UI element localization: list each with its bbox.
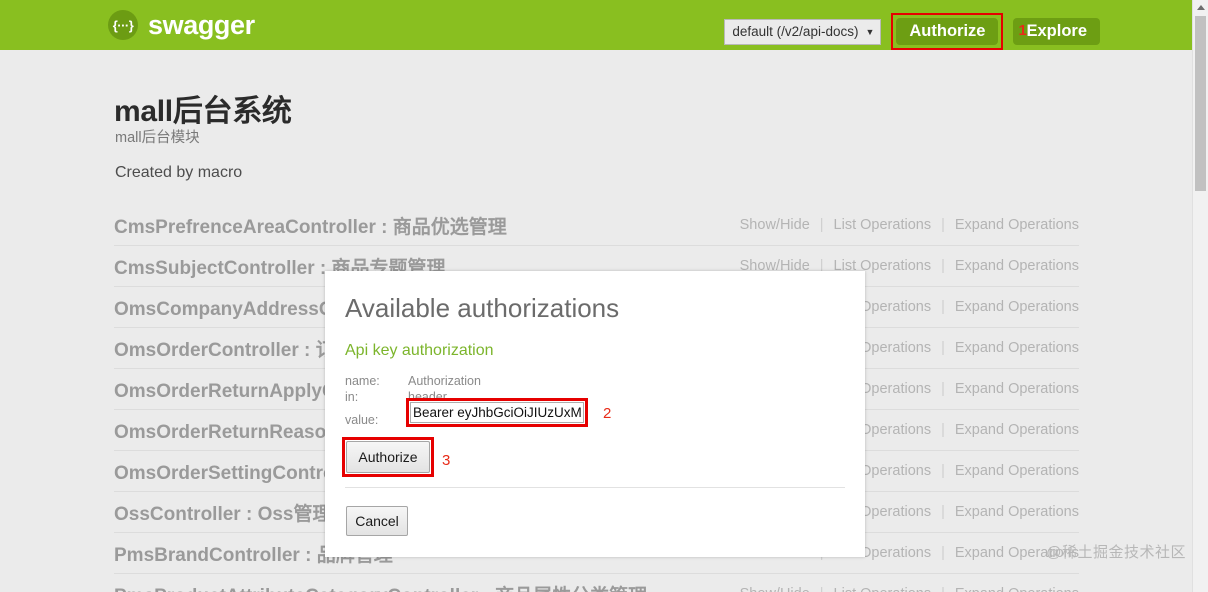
operations-separator: | xyxy=(941,463,945,479)
authorize-button-highlight: Authorize xyxy=(891,13,1003,50)
spec-url-value: default (/v2/api-docs) xyxy=(732,20,858,44)
top-header-bar: {···} swagger default (/v2/api-docs) ▼ A… xyxy=(0,0,1192,50)
resource-row[interactable]: PmsProductAttributeCategoryController : … xyxy=(114,573,1079,592)
list-operations-link[interactable]: List Operations xyxy=(834,217,932,233)
expand-operations-link[interactable]: Expand Operations xyxy=(955,586,1079,592)
modal-title: Available authorizations xyxy=(345,293,619,324)
auth-value-label: value: xyxy=(345,413,408,427)
callout-number-2: 2 xyxy=(603,405,611,422)
swagger-logo[interactable]: {···} swagger xyxy=(108,10,255,40)
expand-operations-link[interactable]: Expand Operations xyxy=(955,299,1079,315)
operations-separator: | xyxy=(941,586,945,592)
resource-operations: Show/Hide | List Operations | Expand Operati… xyxy=(740,586,1079,592)
page-description: mall后台模块 xyxy=(115,126,200,147)
operations-separator: | xyxy=(820,217,824,233)
auth-name-label: name: xyxy=(345,374,408,388)
auth-in-label: in: xyxy=(345,390,408,404)
swagger-ui-page: {···} swagger default (/v2/api-docs) ▼ A… xyxy=(0,0,1208,592)
operations-separator: | xyxy=(941,422,945,438)
operations-separator: | xyxy=(941,217,945,233)
authorize-button[interactable]: Authorize xyxy=(896,18,998,45)
expand-operations-link[interactable]: Expand Operations xyxy=(955,258,1079,274)
operations-separator: | xyxy=(941,258,945,274)
show-hide-link[interactable]: Show/Hide xyxy=(740,586,810,592)
modal-subtitle: Api key authorization xyxy=(345,342,494,360)
swagger-braces-icon: {···} xyxy=(108,10,138,40)
operations-separator: | xyxy=(941,299,945,315)
swagger-logo-text: swagger xyxy=(148,10,255,40)
resource-name[interactable]: PmsProductAttributeCategoryController : … xyxy=(114,581,647,592)
expand-operations-link[interactable]: Expand Operations xyxy=(955,217,1079,233)
expand-operations-link[interactable]: Expand Operations xyxy=(955,463,1079,479)
watermark: @稀土掘金技术社区 xyxy=(1046,541,1186,562)
resource-row[interactable]: CmsPrefrenceAreaController : 商品优选管理 Show/… xyxy=(114,205,1079,245)
operations-separator: | xyxy=(941,504,945,520)
api-key-value-input[interactable] xyxy=(410,402,584,423)
scroll-up-arrow-icon[interactable] xyxy=(1193,0,1208,15)
auth-name-value: Authorization xyxy=(408,374,481,388)
chevron-down-icon: ▼ xyxy=(865,20,874,44)
show-hide-link[interactable]: Show/Hide xyxy=(740,217,810,233)
expand-operations-link[interactable]: Expand Operations xyxy=(955,340,1079,356)
modal-authorize-button[interactable]: Authorize xyxy=(346,441,430,473)
expand-operations-link[interactable]: Expand Operations xyxy=(955,422,1079,438)
header-controls: default (/v2/api-docs) ▼ Authorize Explo… xyxy=(724,13,1100,50)
created-by-text: Created by macro xyxy=(115,164,242,182)
expand-operations-link[interactable]: Expand Operations xyxy=(955,381,1079,397)
operations-separator: | xyxy=(820,586,824,592)
list-operations-link[interactable]: List Operations xyxy=(834,586,932,592)
resource-operations: Show/Hide | List Operations | Expand Operati… xyxy=(740,217,1079,233)
operations-separator: | xyxy=(941,340,945,356)
auth-name-row: name: Authorization xyxy=(345,374,481,388)
callout-number-3: 3 xyxy=(442,452,450,469)
page-title: mall后台系统 xyxy=(114,86,292,130)
page-scrollbar[interactable] xyxy=(1192,0,1208,592)
resource-name[interactable]: OssController : Oss管理 xyxy=(114,499,332,526)
callout-number-1: 1 xyxy=(1018,22,1026,39)
scrollbar-thumb[interactable] xyxy=(1195,16,1206,191)
modal-cancel-button[interactable]: Cancel xyxy=(346,506,408,536)
explore-button-wrap: Explore 1 xyxy=(1013,18,1100,45)
operations-separator: | xyxy=(941,545,945,561)
resource-name[interactable]: CmsPrefrenceAreaController : 商品优选管理 xyxy=(114,212,507,239)
spec-url-select[interactable]: default (/v2/api-docs) ▼ xyxy=(724,19,881,45)
operations-separator: | xyxy=(941,381,945,397)
modal-divider xyxy=(345,487,845,488)
expand-operations-link[interactable]: Expand Operations xyxy=(955,504,1079,520)
available-authorizations-modal: Available authorizations Api key authori… xyxy=(325,271,865,557)
